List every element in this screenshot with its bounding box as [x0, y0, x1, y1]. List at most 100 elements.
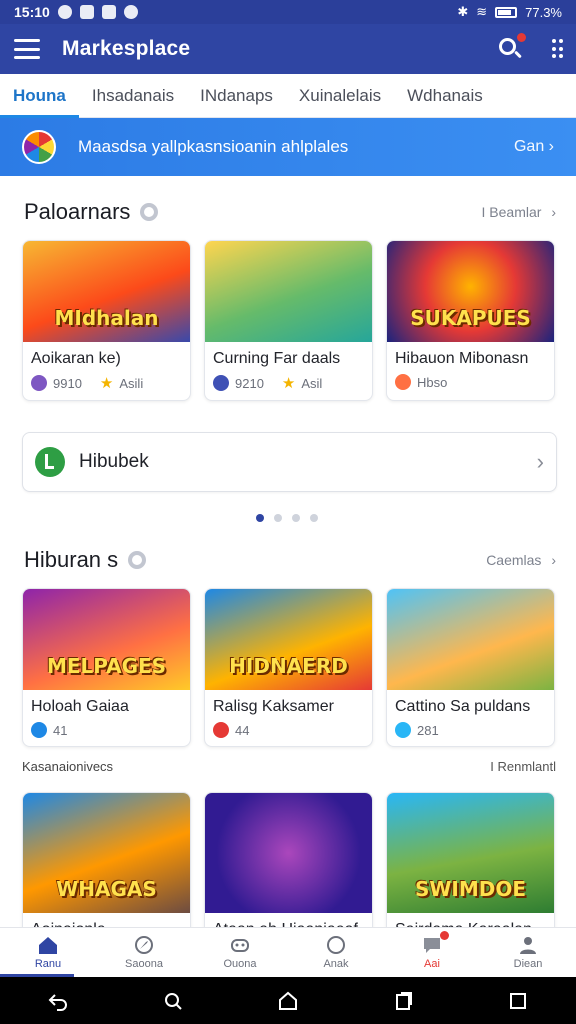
thumbnail-logo: MELPAGES	[46, 654, 167, 678]
game-card[interactable]: SWIMDOE Sairdama Karaalan	[386, 792, 555, 940]
badge-icon	[31, 722, 47, 738]
game-card[interactable]: HIDNAERD Ralisg Kaksamer 44	[204, 588, 373, 747]
chevron-right-icon: ›	[551, 552, 556, 568]
home-icon[interactable]	[277, 990, 299, 1012]
thumbnail-logo: SUKAPUES	[410, 306, 531, 330]
search-icon[interactable]	[162, 990, 184, 1012]
card-meta: 281	[387, 716, 554, 746]
tab-home[interactable]: Houna	[0, 74, 79, 118]
chevron-right-icon: ›	[536, 449, 544, 474]
section-title: Hiburan s	[24, 547, 119, 572]
card-meta: 9910 ★ Asili	[23, 368, 190, 400]
see-all-link[interactable]: Caemlas ›	[486, 552, 556, 568]
banner-cta[interactable]: Gan ›	[514, 138, 554, 156]
app-bar-actions	[498, 33, 563, 61]
tab-2[interactable]: Ihsadanais	[79, 74, 187, 118]
page-dot[interactable]	[292, 514, 300, 522]
settings-icon[interactable]	[128, 551, 147, 569]
nav-label: Aai	[424, 958, 440, 970]
card-meta: Hbso	[387, 368, 554, 398]
game-card[interactable]: WHAGAS Aoinaionla	[22, 792, 191, 940]
chevron-right-icon: ›	[551, 204, 556, 220]
compass-icon	[135, 936, 153, 954]
notification-dot	[517, 33, 526, 42]
nav-chat[interactable]: Aai	[384, 928, 480, 977]
chevron-right-icon: ›	[548, 138, 554, 155]
nav-label: Saoona	[125, 958, 163, 970]
screen: 15:10 ✱ ≋ 77.3% Markesplace Houna Ihsada…	[0, 0, 576, 1024]
badge-icon	[213, 375, 229, 391]
chat-icon	[421, 931, 449, 955]
section-header: Hiburan s Caemlas ›	[24, 547, 556, 573]
sync-icon	[123, 5, 138, 19]
card-meta: 9210 ★ Asil	[205, 368, 372, 400]
settings-icon[interactable]	[140, 203, 159, 221]
banner-text: Maasdsa yallpkasnsioanin ahlplales	[78, 137, 349, 156]
game-card[interactable]: Curning Far daals 9210 ★ Asil	[204, 240, 373, 401]
nav-profile[interactable]: Diean	[480, 928, 576, 977]
card-title: Hibauon Mibonasn	[395, 350, 529, 367]
see-all-label: I Beamlar	[481, 204, 542, 220]
tab-4[interactable]: Xuinalelais	[286, 74, 394, 118]
game-card[interactable]: Ataan ah Hiaaniaeaf	[204, 792, 373, 940]
game-thumbnail: WHAGAS	[23, 793, 190, 913]
game-card[interactable]: MELPAGES Holoah Gaiaa 41	[22, 588, 191, 747]
page-dot-active[interactable]	[256, 514, 264, 522]
game-thumbnail: MIdhalan	[23, 241, 190, 342]
nav-games[interactable]: Saoona	[96, 928, 192, 977]
game-card[interactable]: MIdhalan Aoikaran ke) 9910 ★ Asili	[22, 240, 191, 401]
section-header: Kasanaionivecs I Renmlantl	[22, 759, 556, 774]
nav-home[interactable]: Ranu	[0, 928, 96, 977]
card-row: MIdhalan Aoikaran ke) 9910 ★ Asili Curni…	[22, 240, 557, 401]
game-thumbnail	[387, 589, 554, 690]
card-meta: 41	[23, 716, 190, 746]
badge-icon	[395, 722, 411, 738]
page-dot[interactable]	[310, 514, 318, 522]
menu-icon[interactable]	[14, 39, 40, 59]
card-count: 44	[235, 722, 250, 738]
category-tabs: Houna Ihsadanais INdanaps Xuinalelais Wd…	[0, 74, 576, 118]
prize-wheel-icon	[22, 130, 56, 164]
card-title: Aoikaran ke)	[31, 350, 121, 367]
card-title: Holoah Gaiaa	[31, 698, 129, 715]
nav-label: Ranu	[34, 958, 62, 970]
see-all-label: Caemlas	[486, 552, 542, 568]
game-card[interactable]: SUKAPUES Hibauon Mibonasn Hbso	[386, 240, 555, 401]
section-header: Paloarnars I Beamlar ›	[24, 199, 556, 225]
card-count: 41	[53, 722, 68, 738]
page-dot[interactable]	[274, 514, 282, 522]
app-title: Markesplace	[62, 37, 191, 60]
more-options-icon[interactable]	[552, 39, 563, 59]
game-thumbnail	[205, 241, 372, 342]
card-title: Cattino Sa puldans	[395, 698, 531, 715]
see-all-link[interactable]: I Beamlar ›	[482, 204, 556, 220]
system-navigation-bar	[0, 977, 576, 1024]
nav-gamepad[interactable]: Ouona	[192, 928, 288, 977]
star-icon: ★	[281, 375, 296, 392]
app-icon	[101, 5, 116, 19]
card-count: 9210	[235, 375, 264, 391]
game-card[interactable]: Cattino Sa puldans 281	[386, 588, 555, 747]
carousel-indicator	[256, 514, 318, 522]
card-count: Hbso	[417, 374, 448, 390]
nav-circle[interactable]: Anak	[288, 928, 384, 977]
hibubek-row[interactable]: Hibubek ›	[22, 432, 557, 492]
recents-icon[interactable]	[392, 990, 414, 1012]
tab-3[interactable]: INdanaps	[187, 74, 286, 118]
bluetooth-icon: ✱	[457, 4, 469, 19]
search-icon[interactable]	[498, 33, 526, 61]
card-row: MELPAGES Holoah Gaiaa 41 HIDNAERD Ralisg…	[22, 588, 557, 747]
game-thumbnail	[205, 793, 372, 913]
see-all-link[interactable]: I Renmlantl	[490, 759, 556, 774]
home-icon	[39, 937, 57, 954]
thumbnail-logo: SWIMDOE	[414, 877, 527, 901]
thumbnail-logo: HIDNAERD	[229, 654, 348, 678]
nav-label: Ouona	[223, 958, 257, 970]
tab-5[interactable]: Wdhanais	[394, 74, 496, 118]
back-icon[interactable]	[47, 990, 69, 1012]
status-time: 15:10	[14, 4, 50, 20]
wifi-icon: ≋	[476, 4, 488, 19]
square-icon[interactable]	[507, 990, 529, 1012]
promo-banner[interactable]: Maasdsa yallpkasnsioanin ahlplales Gan ›	[0, 118, 576, 176]
app-bar: Markesplace	[0, 24, 576, 74]
